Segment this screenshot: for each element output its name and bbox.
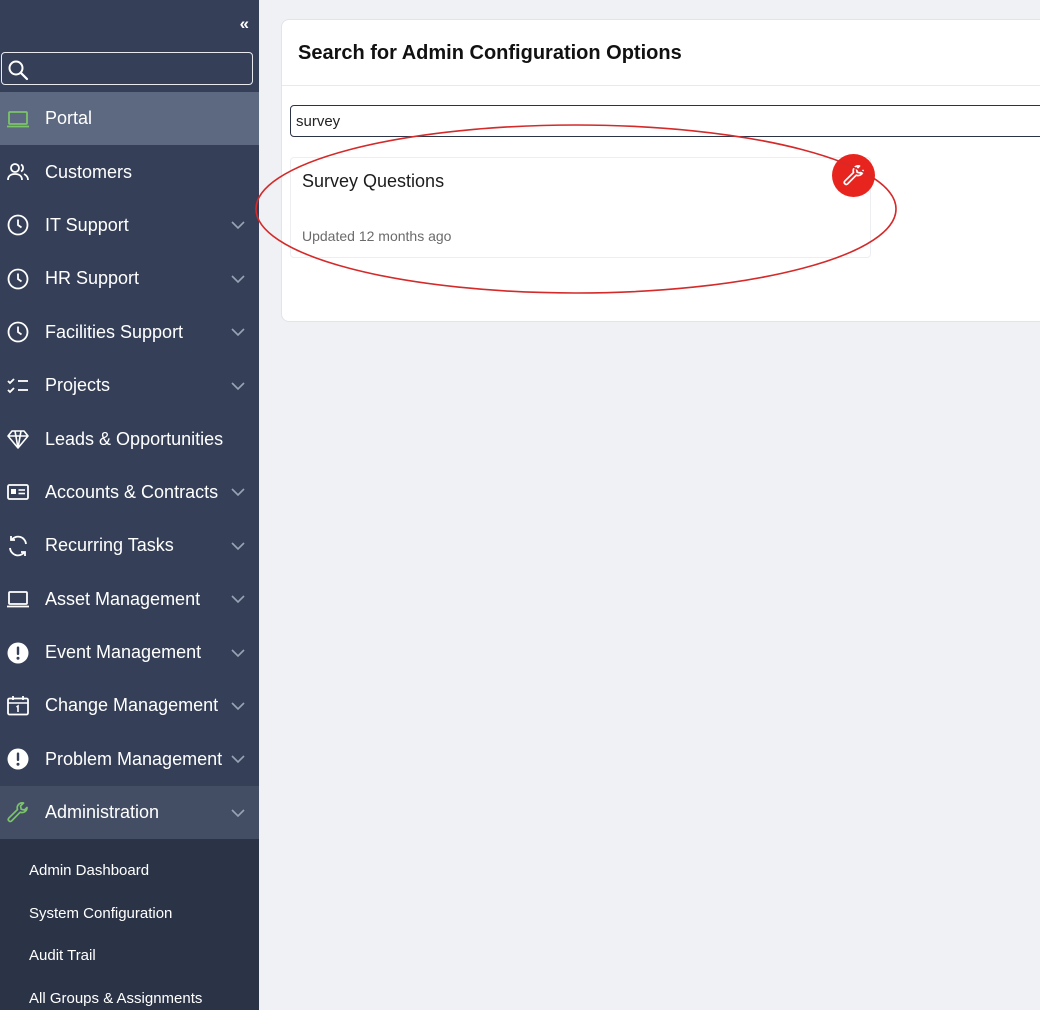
sidebar-item-label: Customers <box>45 161 133 182</box>
sidebar-item-label: Problem Management <box>45 748 223 769</box>
sidebar-item-asset-management[interactable]: Asset Management <box>0 573 259 626</box>
sidebar-item-event-management[interactable]: Event Management <box>0 626 259 679</box>
chevron-down-icon <box>231 328 245 337</box>
calendar-icon <box>6 694 30 718</box>
result-card[interactable]: Survey Questions Updated 12 months ago <box>290 157 871 258</box>
sidebar-item-recurring-tasks[interactable]: Recurring Tasks <box>0 519 259 572</box>
sidebar-search <box>1 52 253 85</box>
clock-icon <box>6 213 30 237</box>
alert-icon <box>6 747 30 771</box>
sidebar-item-projects[interactable]: Projects <box>0 359 259 412</box>
wrench-icon <box>6 801 30 825</box>
chevron-down-icon <box>231 488 245 497</box>
clock-icon <box>6 267 30 291</box>
sidebar-item-label: Portal <box>45 108 93 129</box>
sidebar-item-facilities-support[interactable]: Facilities Support <box>0 306 259 359</box>
subnav-item-audit-trail[interactable]: Audit Trail <box>29 947 96 964</box>
sidebar-item-label: Change Management <box>45 695 219 716</box>
administration-subnav: Admin Dashboard System Configuration Aud… <box>0 839 259 1010</box>
subnav-item-system-configuration[interactable]: System Configuration <box>29 905 172 922</box>
chevron-down-icon <box>231 542 245 550</box>
chevron-down-icon <box>231 702 245 711</box>
collapse-sidebar-button[interactable]: ‹‹ <box>240 14 249 34</box>
subnav-item-all-groups-assignments[interactable]: All Groups & Assignments <box>29 990 202 1007</box>
result-wrench-badge[interactable] <box>832 154 875 197</box>
sidebar-search-input[interactable] <box>32 55 247 82</box>
sidebar-item-label: Recurring Tasks <box>45 535 174 556</box>
users-icon <box>6 160 30 184</box>
chevron-down-icon <box>231 382 245 390</box>
sidebar-item-portal[interactable]: Portal <box>0 92 259 146</box>
sidebar-item-change-management[interactable]: Change Management <box>0 679 259 732</box>
sidebar-item-customers[interactable]: Customers <box>0 145 259 198</box>
chevron-down-icon <box>231 649 245 657</box>
sidebar-item-label: IT Support <box>45 214 129 235</box>
alert-icon <box>6 641 30 665</box>
result-title: Survey Questions <box>302 171 445 191</box>
sidebar-item-leads-opportunities[interactable]: Leads & Opportunities <box>0 412 259 465</box>
page-title: Search for Admin Configuration Options <box>298 42 682 64</box>
divider <box>282 85 1040 86</box>
wrench-icon <box>842 164 864 185</box>
laptop-icon <box>6 107 30 131</box>
chevron-down-icon <box>231 595 245 604</box>
sidebar-item-label: Accounts & Contracts <box>45 481 219 502</box>
clock-icon <box>6 320 30 344</box>
sidebar-item-label: Asset Management <box>45 588 201 609</box>
checklist-icon <box>6 374 30 398</box>
sidebar-item-label: Facilities Support <box>45 321 184 342</box>
laptop-icon <box>6 587 30 611</box>
sidebar-item-label: Projects <box>45 375 111 396</box>
id-card-icon <box>6 480 30 504</box>
subnav-item-admin-dashboard[interactable]: Admin Dashboard <box>29 862 149 879</box>
result-updated-time: Updated 12 months ago <box>302 228 452 244</box>
chevron-down-icon <box>231 275 245 283</box>
sidebar-item-label: Event Management <box>45 642 202 663</box>
search-icon <box>8 60 29 81</box>
diamond-icon <box>6 427 30 451</box>
sidebar-item-it-support[interactable]: IT Support <box>0 199 259 252</box>
admin-search-input[interactable] <box>290 105 1040 137</box>
sidebar-item-label: Administration <box>45 802 160 823</box>
sidebar: ‹‹ Portal Customers IT Support HR Suppor… <box>0 0 259 1010</box>
chevron-down-icon <box>231 221 245 230</box>
sidebar-item-problem-management[interactable]: Problem Management <box>0 733 259 786</box>
refresh-icon <box>6 534 30 558</box>
sidebar-item-administration[interactable]: Administration <box>0 786 259 840</box>
chevron-down-icon <box>231 755 245 764</box>
chevron-down-icon <box>231 809 245 817</box>
sidebar-item-accounts-contracts[interactable]: Accounts & Contracts <box>0 466 259 519</box>
sidebar-item-label: HR Support <box>45 268 140 289</box>
sidebar-nav: Portal Customers IT Support HR Support F… <box>0 92 259 840</box>
sidebar-item-label: Leads & Opportunities <box>45 428 224 449</box>
sidebar-item-hr-support[interactable]: HR Support <box>0 252 259 305</box>
